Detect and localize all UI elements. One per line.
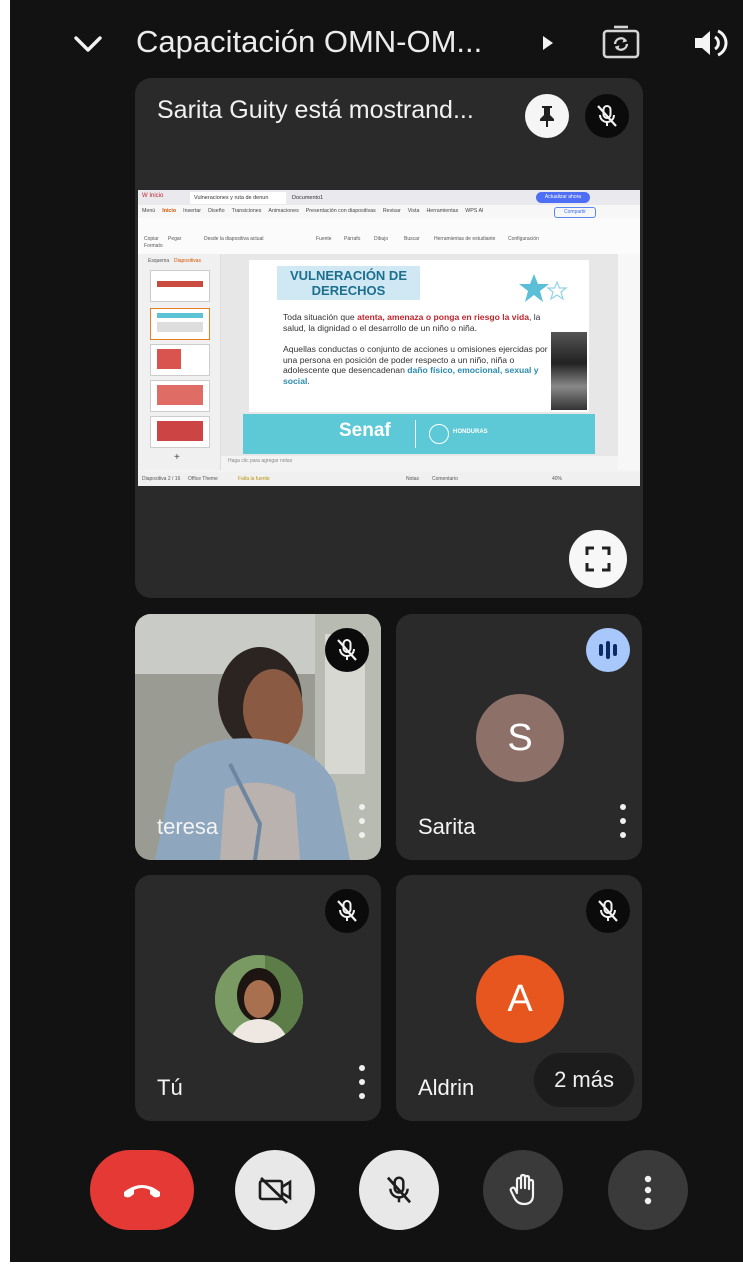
- tab-presentation: Vulneraciones y ruta de denun: [190, 192, 286, 204]
- switch-camera-icon[interactable]: [598, 22, 644, 62]
- mic-off-icon: [585, 94, 629, 138]
- menu-item: Herramientas: [426, 208, 459, 214]
- ribbon-drawing: Dibujo: [374, 236, 389, 242]
- fullscreen-icon[interactable]: [569, 530, 627, 588]
- participant-name: teresa: [157, 814, 219, 839]
- presenter-label: Sarita Guity está mostrand...: [157, 96, 474, 124]
- menu-item: Revisar: [382, 208, 401, 214]
- senaf-logo: Senaf: [339, 420, 391, 441]
- side-toolbar: [618, 254, 640, 470]
- mic-off-icon: [325, 628, 369, 672]
- meet-call-screen: Capacitación OMN-OM... Sarita Guity está: [10, 0, 743, 1262]
- camera-off-icon: [258, 1176, 292, 1205]
- menu-item: Vista: [407, 208, 420, 214]
- ribbon-format: Formato: [144, 243, 163, 249]
- menu-item: Animaciones: [268, 208, 299, 214]
- participant-tile-aldrin[interactable]: A Aldrin 2 más: [396, 875, 642, 1121]
- senaf-banner: Senaf HONDURAS: [243, 414, 595, 454]
- participant-name: Tú: [157, 1075, 183, 1100]
- slide-paragraph-1: Toda situación que atenta, amenaza o pon…: [283, 312, 541, 333]
- notes-placeholder: Haga clic para agregar notas: [228, 458, 293, 464]
- avatar: A: [476, 955, 564, 1043]
- ribbon-paragraph: Párrafo: [344, 236, 361, 242]
- menu-item: WPS AI: [465, 208, 484, 214]
- pin-icon[interactable]: [525, 94, 569, 138]
- camera-toggle-button[interactable]: [235, 1150, 315, 1230]
- more-vert-icon[interactable]: [357, 1065, 367, 1099]
- ribbon: Copiar Formato Pegar Desde la diapositiv…: [138, 218, 640, 255]
- add-slide-icon: +: [174, 452, 180, 463]
- status-bar: Diapositiva 2 / 16 Office Theme Falta la…: [138, 472, 640, 486]
- ribbon-font: Fuente: [316, 236, 332, 242]
- browser-tab-bar: W Inicio Vulneraciones y ruta de denun D…: [138, 190, 640, 205]
- speaking-icon: [586, 628, 630, 672]
- slide-paragraph-2: Aquellas conductas o conjunto de accione…: [283, 344, 548, 386]
- slide-thumb: [150, 270, 210, 302]
- panel-tab-slides: Diapositivas: [174, 258, 201, 264]
- slide-thumb: [150, 380, 210, 412]
- meeting-title[interactable]: Capacitación OMN-OM...: [136, 18, 482, 66]
- ribbon-paste: Pegar: [168, 236, 182, 242]
- share-button: Compartir: [554, 207, 596, 218]
- speaker-icon[interactable]: [690, 24, 730, 62]
- participant-tile-self[interactable]: Tú: [135, 875, 381, 1121]
- more-vert-icon[interactable]: [618, 804, 628, 838]
- slide-thumb: [150, 308, 210, 340]
- participant-tile-sarita[interactable]: S Sarita: [396, 614, 642, 860]
- raise-hand-button[interactable]: [483, 1150, 563, 1230]
- hand-icon: [509, 1173, 535, 1206]
- slide-photo: [551, 332, 587, 410]
- menu-item: Insertar: [183, 208, 202, 214]
- top-bar: Capacitación OMN-OM...: [10, 0, 743, 80]
- wps-logo-icon: W Inicio: [142, 193, 164, 199]
- avatar: [215, 955, 303, 1043]
- menu-item: Menú: [142, 208, 156, 214]
- menu-item: Diseño: [208, 208, 225, 214]
- menu-item: Transiciones: [231, 208, 262, 214]
- end-call-button[interactable]: [90, 1150, 194, 1230]
- chevron-down-icon[interactable]: [70, 26, 106, 62]
- stars-decoration: [519, 270, 571, 315]
- update-now-button: Actualizar ahora: [536, 192, 590, 203]
- ribbon-from-current: Desde la diapositiva actual: [204, 236, 264, 242]
- mic-off-icon: [586, 889, 630, 933]
- play-arrow-icon[interactable]: [538, 30, 558, 56]
- honduras-seal-icon: [429, 424, 449, 444]
- ribbon-student-tools: Herramientas de estudiante: [434, 236, 496, 242]
- mic-off-icon: [386, 1176, 412, 1204]
- slide-canvas: VULNERACIÓN DE DERECHOS Toda situación q…: [221, 254, 618, 456]
- panel-tab-outline: Esquema: [148, 258, 170, 264]
- current-slide: VULNERACIÓN DE DERECHOS Toda situación q…: [249, 260, 589, 412]
- more-options-button[interactable]: [608, 1150, 688, 1230]
- mic-off-icon: [325, 889, 369, 933]
- presentation-tile[interactable]: Sarita Guity está mostrand... W Inicio V…: [135, 78, 643, 598]
- more-participants-button[interactable]: 2 más: [534, 1053, 634, 1107]
- hang-up-icon: [124, 1185, 160, 1198]
- more-vert-icon[interactable]: [357, 804, 367, 838]
- country-label: HONDURAS: [453, 429, 488, 435]
- participant-tile-teresa[interactable]: teresa: [135, 614, 381, 860]
- menu-item: Presentación con diapositivas: [305, 208, 376, 214]
- shared-screen: W Inicio Vulneraciones y ruta de denun D…: [138, 190, 640, 486]
- menu-item: Inicio: [162, 208, 177, 214]
- tab-document: Documento1: [292, 195, 324, 201]
- avatar: S: [476, 694, 564, 782]
- ribbon-settings: Configuración: [508, 236, 539, 242]
- participant-name: Aldrin: [418, 1075, 475, 1100]
- mic-toggle-button[interactable]: [359, 1150, 439, 1230]
- more-vert-icon: [644, 1175, 652, 1205]
- ribbon-search: Buscar: [404, 236, 420, 242]
- slides-panel: Esquema Diapositivas +: [138, 254, 221, 470]
- participant-name: Sarita: [418, 814, 476, 839]
- slide-thumb: [150, 416, 210, 448]
- slide-thumb: [150, 344, 210, 376]
- ribbon-copy: Copiar: [144, 236, 159, 242]
- slide-title: VULNERACIÓN DE DERECHOS: [277, 266, 420, 300]
